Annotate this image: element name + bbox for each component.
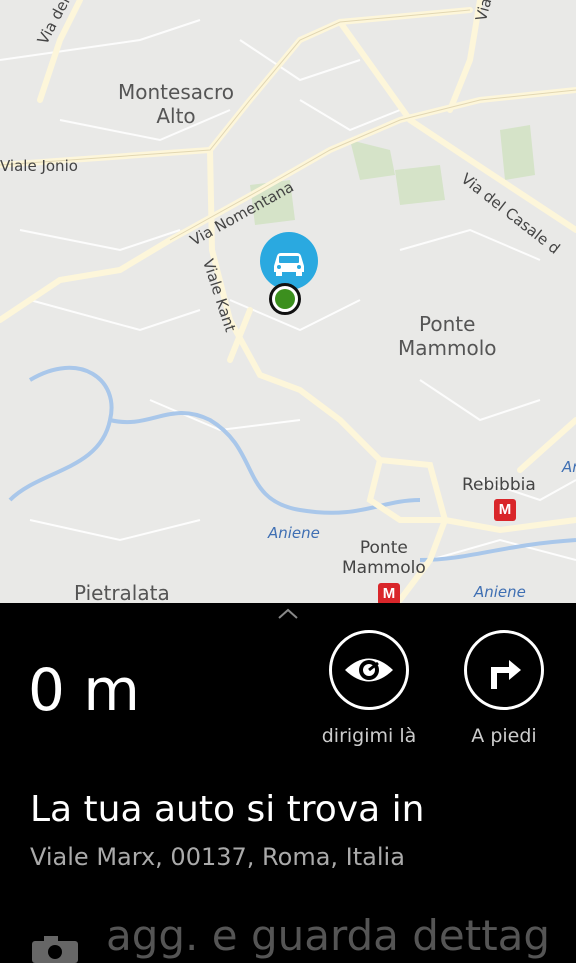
eye-icon xyxy=(345,658,393,682)
label-rebibbia: Rebibbia xyxy=(462,475,536,495)
label-montesacro-alto: Montesacro Alto xyxy=(118,80,235,128)
direct-me-button[interactable] xyxy=(329,630,409,710)
label-aniene-river-2: Aniene xyxy=(474,583,526,601)
car-location-pin[interactable] xyxy=(260,232,318,290)
map-view[interactable]: Via della B Via Montesacro Alto Viale Jo… xyxy=(0,0,576,603)
label-ponte-mammolo-station: Ponte Mammolo xyxy=(342,538,426,578)
add-view-details-link[interactable]: agg. e guarda dettag xyxy=(106,911,550,960)
current-location-dot xyxy=(269,283,301,315)
label-aniene-river: Aniene xyxy=(268,524,320,542)
direct-me-label: dirigimi là xyxy=(321,725,417,747)
turn-right-icon xyxy=(491,660,521,689)
walking-label: A piedi xyxy=(471,725,537,747)
car-icon xyxy=(274,253,304,276)
walking-button[interactable] xyxy=(464,630,544,710)
metro-rebibbia-icon[interactable]: M xyxy=(494,499,516,521)
details-panel[interactable]: 0 m dirigimi là A piedi La tua auto si t… xyxy=(0,603,576,963)
chevron-up-icon[interactable] xyxy=(277,607,299,621)
metro-ponte-mammolo-icon[interactable]: M xyxy=(378,583,400,603)
label-viale-jonio: Viale Jonio xyxy=(0,157,78,175)
label-ponte-mammolo-area: Ponte Mammolo xyxy=(398,312,497,360)
label-pietralata: Pietralata xyxy=(74,581,170,603)
label-edge-an: An xyxy=(562,458,576,476)
car-address: Viale Marx, 00137, Roma, Italia xyxy=(30,843,405,871)
car-location-title: La tua auto si trova in xyxy=(30,789,425,830)
distance-value: 0 m xyxy=(28,656,140,724)
camera-icon[interactable] xyxy=(30,933,80,963)
